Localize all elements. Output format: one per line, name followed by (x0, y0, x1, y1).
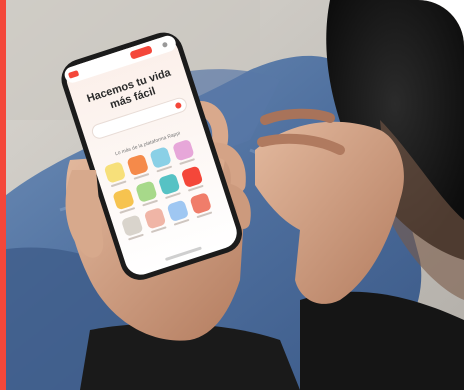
accent-stripe (0, 0, 6, 390)
photo-scene: Hacemos tu vida más fácil Lo más de la p… (0, 0, 464, 390)
photo-frame: Hacemos tu vida más fácil Lo más de la p… (0, 0, 464, 390)
